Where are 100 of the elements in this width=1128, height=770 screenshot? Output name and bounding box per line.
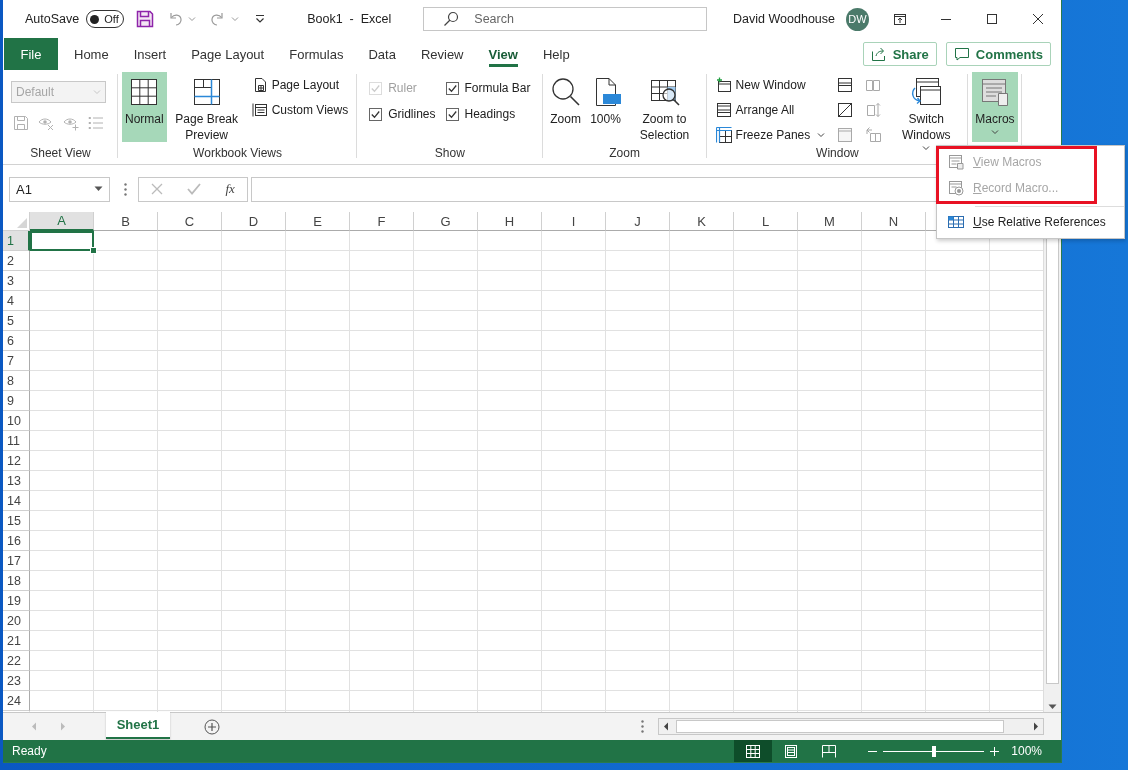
ribbon-tab[interactable]: Home [62,38,121,70]
zoom-100-button[interactable]: 100% [586,72,625,142]
column-header[interactable]: H [478,212,542,231]
row-header[interactable]: 9 [3,391,30,411]
checkbox[interactable] [445,107,459,121]
column-header[interactable]: G [414,212,478,231]
row-header[interactable]: 1 [3,231,30,251]
row-header[interactable]: 3 [3,271,30,291]
column-header[interactable]: L [734,212,798,231]
window-title: Book1 - Excel [307,12,392,26]
window-slash-icon [837,101,854,118]
column-header[interactable]: I [542,212,606,231]
group-label: Workbook Views [193,146,283,162]
column-header[interactable]: D [222,212,286,231]
ribbon-tab[interactable]: Formulas [277,38,356,70]
row-header[interactable]: 6 [3,331,30,351]
ribbon-display-icon[interactable] [894,13,906,25]
row-header[interactable]: 23 [3,671,30,691]
active-cell[interactable] [30,231,94,251]
maximize-icon[interactable] [986,13,998,25]
column-header[interactable]: N [862,212,926,231]
row-header[interactable]: 2 [3,251,30,271]
custom-views-button[interactable]: Custom Views [249,100,351,119]
row-header[interactable]: 19 [3,591,30,611]
window-icon [837,126,854,143]
checkbox-label: Ruler [388,81,417,95]
ribbon-tab[interactable]: View [476,38,530,70]
page-arrows-icon [865,101,882,118]
group-label: Zoom [609,146,640,162]
row-header[interactable]: 22 [3,651,30,671]
group-label: Window [816,146,859,162]
row-header[interactable]: 8 [3,371,30,391]
name-box[interactable]: A1 [9,176,110,202]
column-header[interactable]: J [606,212,670,231]
freeze-panes-button[interactable]: Freeze Panes [713,125,828,144]
new-window-button[interactable]: New Window [713,75,828,94]
search-field[interactable]: Search [423,7,708,31]
zoom-button[interactable]: Zoom [546,72,585,142]
page-break-view-icon [822,744,837,758]
row-header[interactable]: 12 [3,451,30,471]
checkbox[interactable] [369,107,383,121]
row-header[interactable]: 18 [3,571,30,591]
drag-handle-icon[interactable] [641,720,644,733]
row-header[interactable]: 11 [3,431,30,451]
row-header[interactable]: 4 [3,291,30,311]
column-header[interactable]: F [350,212,414,231]
row-header[interactable]: 14 [3,491,30,511]
customize-toolbar-icon[interactable] [255,14,266,24]
macros-button[interactable]: Macros [972,72,1018,142]
user-avatar[interactable]: DW [846,7,869,31]
page-layout-button[interactable]: Page Layout [249,75,351,94]
column-header[interactable]: K [670,212,734,231]
ribbon-tab[interactable]: Review [408,38,476,70]
ribbon-tab[interactable]: File [4,38,58,70]
normal-button[interactable]: Normal [122,72,167,142]
arrange-all-button[interactable]: Arrange All [713,100,828,119]
horizontal-scrollbar[interactable] [658,718,1044,735]
row-header[interactable]: 15 [3,511,30,531]
row-header[interactable]: 20 [3,611,30,631]
zoom-slider-thumb[interactable] [931,745,936,757]
sheet-tab[interactable]: Sheet1 [106,712,170,739]
window-plus-icon [715,76,732,93]
column-header[interactable]: E [286,212,350,231]
drag-handle-icon[interactable] [124,182,127,196]
autosave-toggle[interactable]: Off [86,10,125,28]
ribbon-tab[interactable]: Data [356,38,408,70]
normal-view-icon [746,744,761,758]
ribbon-tab[interactable]: Help [530,38,582,70]
page-layout-view-icon [784,744,799,758]
row-header[interactable]: 16 [3,531,30,551]
undo-icon[interactable] [167,11,184,27]
column-header[interactable]: B [94,212,158,231]
scroll-right-icon[interactable] [1033,722,1039,731]
scroll-left-icon[interactable] [663,722,669,731]
row-header[interactable]: 7 [3,351,30,371]
check-icon[interactable] [187,183,202,195]
add-sheet-icon[interactable] [204,718,220,735]
save-icon[interactable] [136,10,155,28]
close-icon[interactable] [1032,13,1044,25]
checkbox[interactable] [445,81,459,95]
row-header[interactable]: 10 [3,411,30,431]
row-header[interactable]: 24 [3,691,30,711]
view-button[interactable] [734,740,773,762]
zoom-in-icon[interactable] [990,746,1000,756]
ribbon-tab[interactable]: Insert [121,38,179,70]
column-header[interactable]: M [798,212,862,231]
ribbon-tab[interactable]: Page Layout [179,38,277,70]
menu-item[interactable]: Use Relative References [937,208,1124,236]
zoom-percentage[interactable]: 100% [1011,744,1042,758]
column-header[interactable]: A [30,212,94,231]
zoom-selection-button[interactable]: Zoom to Selection [626,72,703,146]
insert-function-button[interactable]: fx [225,181,235,197]
row-header[interactable]: 21 [3,631,30,651]
scroll-down-icon[interactable] [1048,704,1057,710]
row-header[interactable]: 13 [3,471,30,491]
row-header[interactable]: 5 [3,311,30,331]
row-header[interactable]: 17 [3,551,30,571]
page-break-button[interactable]: Page Break Preview [168,72,245,146]
column-header[interactable]: C [158,212,222,231]
macro-record-icon [948,180,964,196]
